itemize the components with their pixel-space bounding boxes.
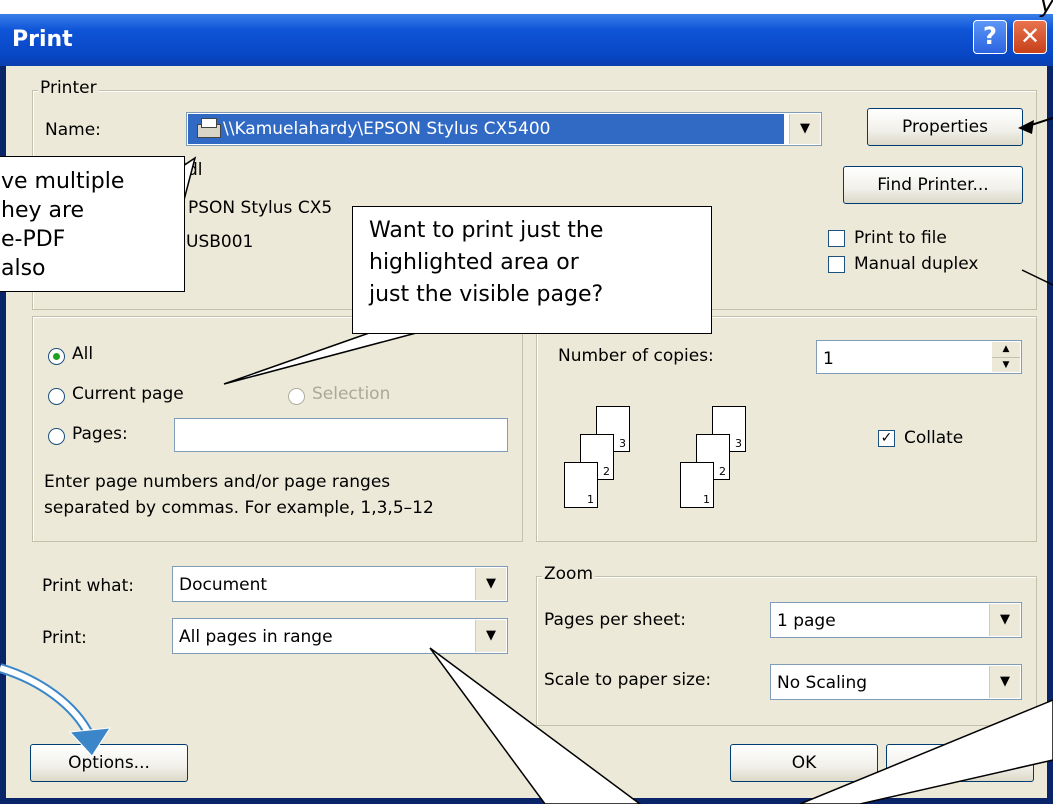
center-callout-line: Want to print just the bbox=[369, 218, 604, 243]
left-callout-line: hey are bbox=[1, 198, 85, 223]
left-callout: ve multiple hey are e-PDF also bbox=[0, 156, 185, 292]
left-callout-line: e-PDF bbox=[1, 227, 66, 252]
center-callout-line: highlighted area or bbox=[369, 250, 579, 275]
center-callout-line: just the visible page? bbox=[369, 282, 604, 307]
center-callout: Want to print just the highlighted area … bbox=[352, 206, 712, 334]
left-callout-line: ve multiple bbox=[1, 169, 125, 194]
annotation-overlay bbox=[0, 117, 1053, 804]
left-callout-line: also bbox=[1, 256, 46, 281]
